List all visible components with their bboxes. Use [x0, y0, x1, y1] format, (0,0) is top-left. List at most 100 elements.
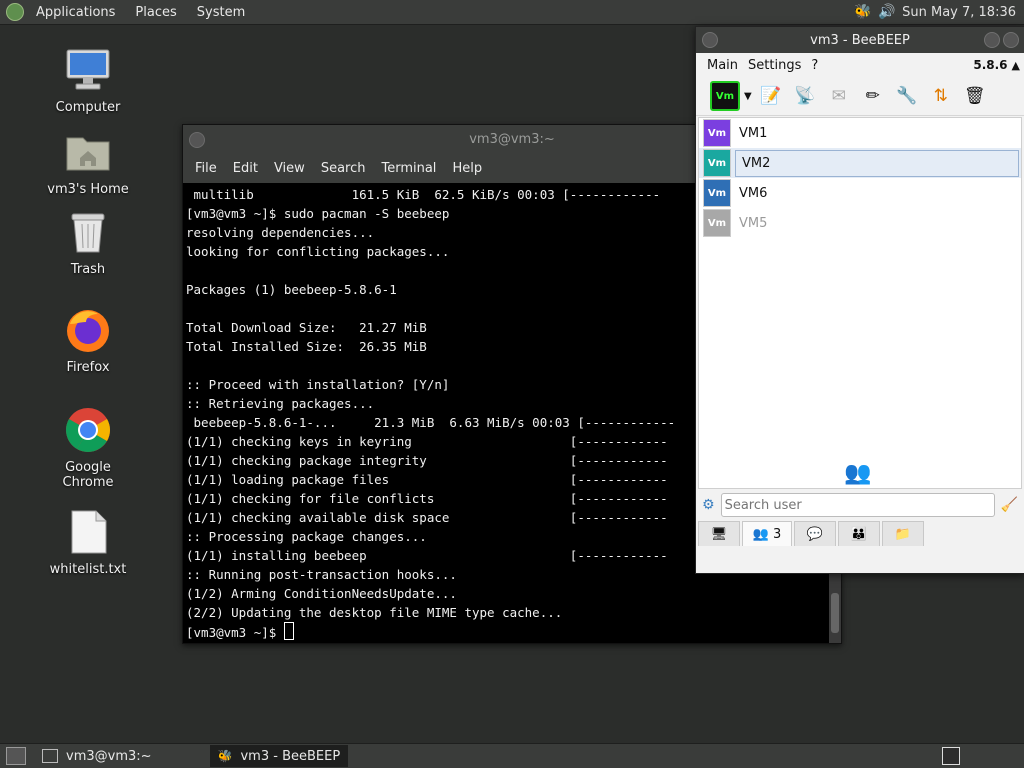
terminal-line: Total Download Size: 21.27 MiB — [186, 320, 427, 335]
search-user-input[interactable] — [720, 493, 995, 517]
clock[interactable]: Sun May 7, 18:36 — [902, 5, 1016, 20]
clear-search-broom-icon[interactable]: 🧹 — [1001, 497, 1018, 513]
desktop-icon-label: Trash — [70, 262, 106, 277]
terminal-line: (1/1) checking package integrity [------… — [186, 453, 668, 468]
tab-chat-monitor[interactable]: 🖥 — [698, 521, 740, 546]
user-row-vm6[interactable]: Vm VM6 — [699, 178, 1021, 208]
beebeep-menubar: Main Settings ? 5.8.6 ▲ — [696, 53, 1024, 77]
user-avatar: Vm — [703, 119, 731, 147]
beebeep-titlebar[interactable]: vm3 - BeeBEEP — [696, 27, 1024, 53]
desktop-icon-trash[interactable]: Trash — [38, 208, 138, 277]
terminal-menu-search[interactable]: Search — [313, 161, 374, 176]
text-file-icon — [64, 508, 112, 556]
window-menu-button[interactable] — [189, 132, 205, 148]
terminal-line: (1/2) Arming ConditionNeedsUpdate... — [186, 586, 457, 601]
tab-shares[interactable]: 📁 — [882, 521, 924, 546]
terminal-menu-terminal[interactable]: Terminal — [373, 161, 444, 176]
terminal-menu-help[interactable]: Help — [444, 161, 490, 176]
workspace-switcher[interactable] — [942, 747, 960, 765]
beebeep-tray-icon[interactable]: 🐝 — [854, 3, 872, 21]
message-envelope-icon[interactable]: ✉ — [826, 83, 852, 109]
menu-places[interactable]: Places — [127, 5, 184, 20]
terminal-line: resolving dependencies... — [186, 225, 375, 240]
terminal-task-icon — [42, 749, 58, 763]
linux-penguin-icon: ▲ — [1011, 58, 1020, 72]
computer-icon — [64, 46, 112, 94]
terminal-menu-file[interactable]: File — [187, 161, 225, 176]
desktop-icon-chrome[interactable]: Google Chrome — [38, 406, 138, 490]
menu-system[interactable]: System — [189, 5, 253, 20]
terminal-line: :: Retrieving packages... — [186, 396, 375, 411]
tools-wrench-icon[interactable]: 🔧 — [894, 83, 920, 109]
window-menu-button[interactable] — [702, 32, 718, 48]
terminal-line: :: Proceed with installation? [Y/n] — [186, 377, 450, 392]
task-terminal[interactable]: vm3@vm3:~ — [34, 745, 160, 767]
terminal-line: :: Running post-transaction hooks... — [186, 567, 457, 582]
desktop-icon-firefox[interactable]: Firefox — [38, 306, 138, 375]
terminal-title: vm3@vm3:~ — [469, 131, 555, 147]
show-desktop-button[interactable] — [6, 747, 26, 765]
terminal-menu-edit[interactable]: Edit — [225, 161, 266, 176]
menu-applications[interactable]: Applications — [28, 5, 123, 20]
user-avatar: Vm — [703, 179, 731, 207]
terminal-line: looking for conflicting packages... — [186, 244, 450, 259]
terminal-line: beebeep-5.8.6-1-... 21.3 MiB 6.63 MiB/s … — [186, 415, 676, 430]
update-arrows-icon[interactable]: ⇅ — [928, 83, 954, 109]
network-broadcast-icon[interactable]: 📡 — [792, 83, 818, 109]
user-row-vm2[interactable]: Vm VM2 — [699, 148, 1021, 178]
beebeep-menu-settings[interactable]: Settings — [743, 58, 806, 73]
terminal-line: (1/1) installing beebeep [------------ — [186, 548, 668, 563]
beebeep-title: vm3 - BeeBEEP — [810, 32, 910, 48]
terminal-line: (1/1) checking for file conflicts [-----… — [186, 491, 668, 506]
minimize-button[interactable] — [984, 32, 1000, 48]
desktop-icon-label: Computer — [55, 100, 121, 115]
user-name: VM5 — [739, 215, 768, 231]
beebeep-menu-main[interactable]: Main — [702, 58, 743, 73]
status-vm-icon[interactable]: Vm — [710, 81, 740, 111]
terminal-line: (1/1) checking keys in keyring [--------… — [186, 434, 668, 449]
pencil-note-icon[interactable]: ✏ — [860, 83, 886, 109]
task-terminal-label: vm3@vm3:~ — [66, 748, 152, 764]
beebeep-toolbar: Vm ▼ 📝 📡 ✉ ✏ 🔧 ⇅ 🗑 — [696, 77, 1024, 116]
volume-icon[interactable]: 🔊 — [878, 3, 896, 21]
desktop-icon-label: whitelist.txt — [49, 562, 127, 577]
terminal-line: (1/1) checking available disk space [---… — [186, 510, 668, 525]
user-name: VM1 — [739, 125, 768, 141]
distro-logo-icon[interactable] — [6, 3, 24, 21]
users-tab-icon: 👥 — [752, 526, 769, 542]
desktop-icon-computer[interactable]: Computer — [38, 46, 138, 115]
search-settings-gear-icon[interactable]: ⚙ — [702, 497, 715, 513]
beebeep-task-icon: 🐝 — [217, 749, 233, 763]
task-beebeep[interactable]: 🐝 vm3 - BeeBEEP — [209, 745, 349, 767]
terminal-scrollbar-thumb[interactable] — [831, 593, 839, 633]
user-name: VM6 — [739, 185, 768, 201]
user-avatar: Vm — [703, 209, 731, 237]
maximize-button[interactable] — [1003, 32, 1019, 48]
users-tab-count: 3 — [773, 526, 782, 542]
bottom-taskbar: vm3@vm3:~ 🐝 vm3 - BeeBEEP — [0, 743, 1024, 768]
tab-chats[interactable]: 💬 — [794, 521, 836, 546]
task-beebeep-label: vm3 - BeeBEEP — [240, 748, 341, 764]
user-row-vm5[interactable]: Vm VM5 — [699, 208, 1021, 238]
user-row-vm1[interactable]: Vm VM1 — [699, 118, 1021, 148]
beebeep-menu-help[interactable]: ? — [806, 58, 823, 73]
terminal-line: multilib 161.5 KiB 62.5 KiB/s 00:03 [---… — [186, 187, 661, 202]
clear-bin-icon[interactable]: 🗑 — [962, 83, 988, 109]
desktop-icon-label: Google Chrome — [62, 460, 114, 490]
beebeep-window[interactable]: vm3 - BeeBEEP Main Settings ? 5.8.6 ▲ Vm… — [695, 26, 1024, 574]
status-dropdown-chevron-icon[interactable]: ▼ — [744, 91, 752, 102]
desktop-icon-label: Firefox — [66, 360, 110, 375]
terminal-line: Total Installed Size: 26.35 MiB — [186, 339, 427, 354]
search-bar: ⚙ 🧹 — [702, 493, 1018, 517]
chrome-icon — [64, 406, 112, 454]
version-label: 5.8.6 — [973, 58, 1008, 72]
tab-groups[interactable]: 👪 — [838, 521, 880, 546]
edit-profile-icon[interactable]: 📝 — [758, 83, 784, 109]
terminal-line: :: Processing package changes... — [186, 529, 427, 544]
tab-users[interactable]: 👥 3 — [742, 521, 792, 546]
desktop-icon-whitelist[interactable]: whitelist.txt — [38, 508, 138, 577]
terminal-line: (2/2) Updating the desktop file MIME typ… — [186, 605, 563, 620]
desktop-icon-home[interactable]: vm3's Home — [38, 128, 138, 197]
user-avatar: Vm — [703, 149, 731, 177]
terminal-menu-view[interactable]: View — [266, 161, 313, 176]
